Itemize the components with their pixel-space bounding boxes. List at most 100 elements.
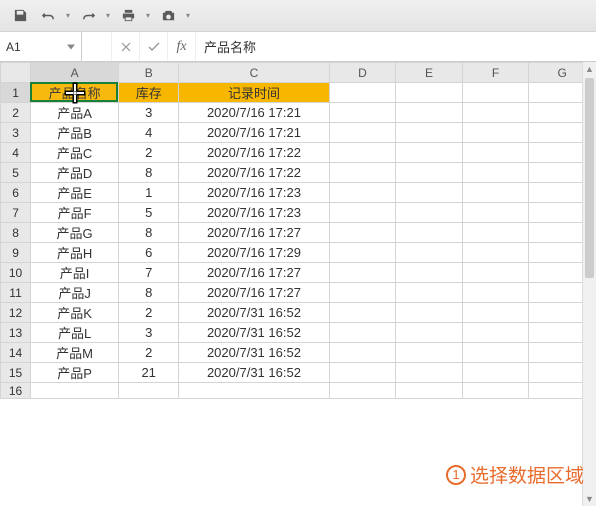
empty-cell[interactable] [329, 243, 396, 263]
column-header-B[interactable]: B [119, 63, 179, 83]
empty-cell[interactable] [462, 383, 529, 399]
row-header-7[interactable]: 7 [1, 203, 31, 223]
undo-button[interactable] [36, 4, 60, 28]
empty-cell[interactable] [462, 303, 529, 323]
data-cell[interactable]: 2020/7/16 17:27 [179, 263, 329, 283]
empty-cell[interactable] [462, 103, 529, 123]
empty-cell[interactable] [396, 103, 463, 123]
undo-dropdown[interactable]: ▾ [64, 11, 72, 20]
data-cell[interactable]: 产品A [31, 103, 119, 123]
row-header-14[interactable]: 14 [1, 343, 31, 363]
data-cell[interactable]: 2020/7/16 17:27 [179, 223, 329, 243]
empty-cell[interactable] [396, 363, 463, 383]
row-header-10[interactable]: 10 [1, 263, 31, 283]
data-cell[interactable]: 5 [119, 203, 179, 223]
row-header-4[interactable]: 4 [1, 143, 31, 163]
data-cell[interactable]: 2020/7/16 17:23 [179, 183, 329, 203]
empty-cell[interactable] [179, 383, 329, 399]
data-cell[interactable]: 产品E [31, 183, 119, 203]
data-cell[interactable]: 21 [119, 363, 179, 383]
data-cell[interactable]: 2020/7/16 17:21 [179, 123, 329, 143]
empty-cell[interactable] [462, 363, 529, 383]
empty-cell[interactable] [396, 263, 463, 283]
empty-cell[interactable] [329, 163, 396, 183]
data-cell[interactable]: 2020/7/16 17:22 [179, 143, 329, 163]
empty-cell[interactable] [396, 83, 463, 103]
row-header-1[interactable]: 1 [1, 83, 31, 103]
header-cell[interactable]: 库存 [119, 83, 179, 103]
empty-cell[interactable] [329, 183, 396, 203]
empty-cell[interactable] [462, 323, 529, 343]
empty-cell[interactable] [396, 303, 463, 323]
row-header-11[interactable]: 11 [1, 283, 31, 303]
data-cell[interactable]: 3 [119, 103, 179, 123]
empty-cell[interactable] [329, 283, 396, 303]
row-header-3[interactable]: 3 [1, 123, 31, 143]
empty-cell[interactable] [396, 223, 463, 243]
empty-cell[interactable] [329, 363, 396, 383]
empty-cell[interactable] [396, 323, 463, 343]
data-cell[interactable]: 2020/7/16 17:29 [179, 243, 329, 263]
empty-cell[interactable] [462, 263, 529, 283]
data-cell[interactable]: 7 [119, 263, 179, 283]
data-cell[interactable]: 产品P [31, 363, 119, 383]
empty-cell[interactable] [396, 283, 463, 303]
redo-dropdown[interactable]: ▾ [104, 11, 112, 20]
empty-cell[interactable] [329, 323, 396, 343]
empty-cell[interactable] [462, 223, 529, 243]
data-cell[interactable]: 4 [119, 123, 179, 143]
data-cell[interactable]: 2 [119, 343, 179, 363]
empty-cell[interactable] [329, 223, 396, 243]
empty-cell[interactable] [329, 343, 396, 363]
row-header-16[interactable]: 16 [1, 383, 31, 399]
data-cell[interactable]: 2020/7/31 16:52 [179, 323, 329, 343]
data-cell[interactable]: 产品J [31, 283, 119, 303]
data-cell[interactable]: 8 [119, 283, 179, 303]
data-cell[interactable]: 2020/7/16 17:23 [179, 203, 329, 223]
scroll-down-icon[interactable]: ▼ [583, 492, 596, 506]
empty-cell[interactable] [462, 123, 529, 143]
data-cell[interactable]: 8 [119, 163, 179, 183]
data-cell[interactable]: 2020/7/31 16:52 [179, 363, 329, 383]
data-cell[interactable]: 产品D [31, 163, 119, 183]
empty-cell[interactable] [462, 143, 529, 163]
redo-button[interactable] [76, 4, 100, 28]
fx-button[interactable]: fx [168, 32, 196, 61]
empty-cell[interactable] [329, 103, 396, 123]
data-cell[interactable]: 产品K [31, 303, 119, 323]
scrollbar-thumb[interactable] [585, 78, 594, 278]
empty-cell[interactable] [462, 183, 529, 203]
row-header-8[interactable]: 8 [1, 223, 31, 243]
data-cell[interactable]: 产品C [31, 143, 119, 163]
row-header-13[interactable]: 13 [1, 323, 31, 343]
data-cell[interactable]: 8 [119, 223, 179, 243]
data-cell[interactable]: 产品I [31, 263, 119, 283]
print-dropdown[interactable]: ▾ [144, 11, 152, 20]
empty-cell[interactable] [329, 303, 396, 323]
save-button[interactable] [8, 4, 32, 28]
data-cell[interactable]: 产品H [31, 243, 119, 263]
row-header-15[interactable]: 15 [1, 363, 31, 383]
empty-cell[interactable] [462, 83, 529, 103]
header-cell[interactable]: 记录时间 [179, 83, 329, 103]
empty-cell[interactable] [396, 383, 463, 399]
empty-cell[interactable] [396, 343, 463, 363]
empty-cell[interactable] [396, 123, 463, 143]
row-header-5[interactable]: 5 [1, 163, 31, 183]
empty-cell[interactable] [329, 263, 396, 283]
header-cell[interactable]: 产品名称 [31, 83, 119, 103]
data-cell[interactable]: 2 [119, 143, 179, 163]
empty-cell[interactable] [396, 143, 463, 163]
formula-input[interactable]: 产品名称 [196, 32, 596, 61]
empty-cell[interactable] [462, 203, 529, 223]
empty-cell[interactable] [396, 163, 463, 183]
empty-cell[interactable] [396, 243, 463, 263]
empty-cell[interactable] [396, 183, 463, 203]
empty-cell[interactable] [462, 243, 529, 263]
row-header-2[interactable]: 2 [1, 103, 31, 123]
empty-cell[interactable] [329, 83, 396, 103]
data-cell[interactable]: 2020/7/31 16:52 [179, 343, 329, 363]
data-cell[interactable]: 2020/7/16 17:21 [179, 103, 329, 123]
data-cell[interactable]: 产品F [31, 203, 119, 223]
data-cell[interactable]: 产品L [31, 323, 119, 343]
